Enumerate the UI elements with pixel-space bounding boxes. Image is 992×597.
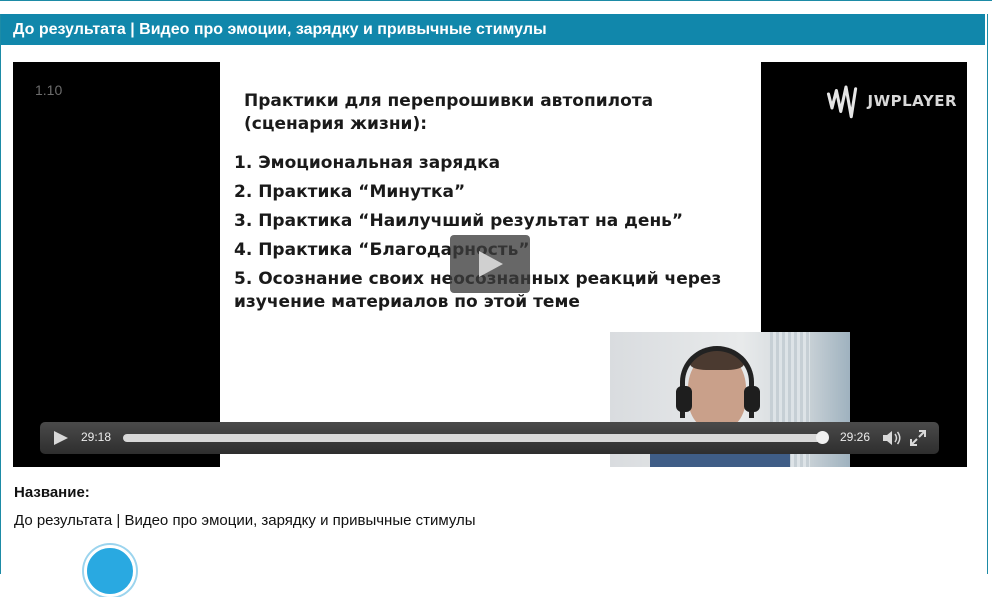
page-title: До результата | Видео про эмоции, зарядк… [1,14,985,45]
name-label: Название: [14,484,90,501]
duration-time: 29:26 [840,430,871,444]
seek-handle[interactable] [816,431,830,444]
volume-icon[interactable] [882,430,902,446]
slide-heading: Практики для перепрошивки автопилота (сц… [244,91,654,134]
slide-item: 2. Практика “Минутка” [234,182,466,202]
headphone-left-cup [676,386,692,412]
player-control-bar: 29:18 29:26 [40,422,939,454]
name-value: До результата | Видео про эмоции, зарядк… [14,512,476,529]
fullscreen-icon[interactable] [910,430,926,446]
seek-bar-progress [123,434,823,442]
accent-round-icon[interactable] [84,545,136,597]
jwplayer-logo[interactable]: JWPLAYER [825,76,957,126]
play-icon[interactable] [52,430,70,446]
headphone-right-cup [744,386,760,412]
video-player[interactable]: 1.10 Практики для перепрошивки автопилот… [13,62,967,467]
elapsed-time: 29:18 [81,430,112,444]
jwplayer-logo-text: JWPLAYER [867,92,957,110]
player-overlay-time: 1.10 [35,82,63,98]
slide-item: 1. Эмоциональная зарядка [234,153,501,173]
big-play-button[interactable] [450,235,530,293]
big-play-icon [479,251,503,277]
seek-bar[interactable] [123,431,830,444]
top-divider [0,0,992,1]
jwplayer-logo-icon [826,85,858,119]
